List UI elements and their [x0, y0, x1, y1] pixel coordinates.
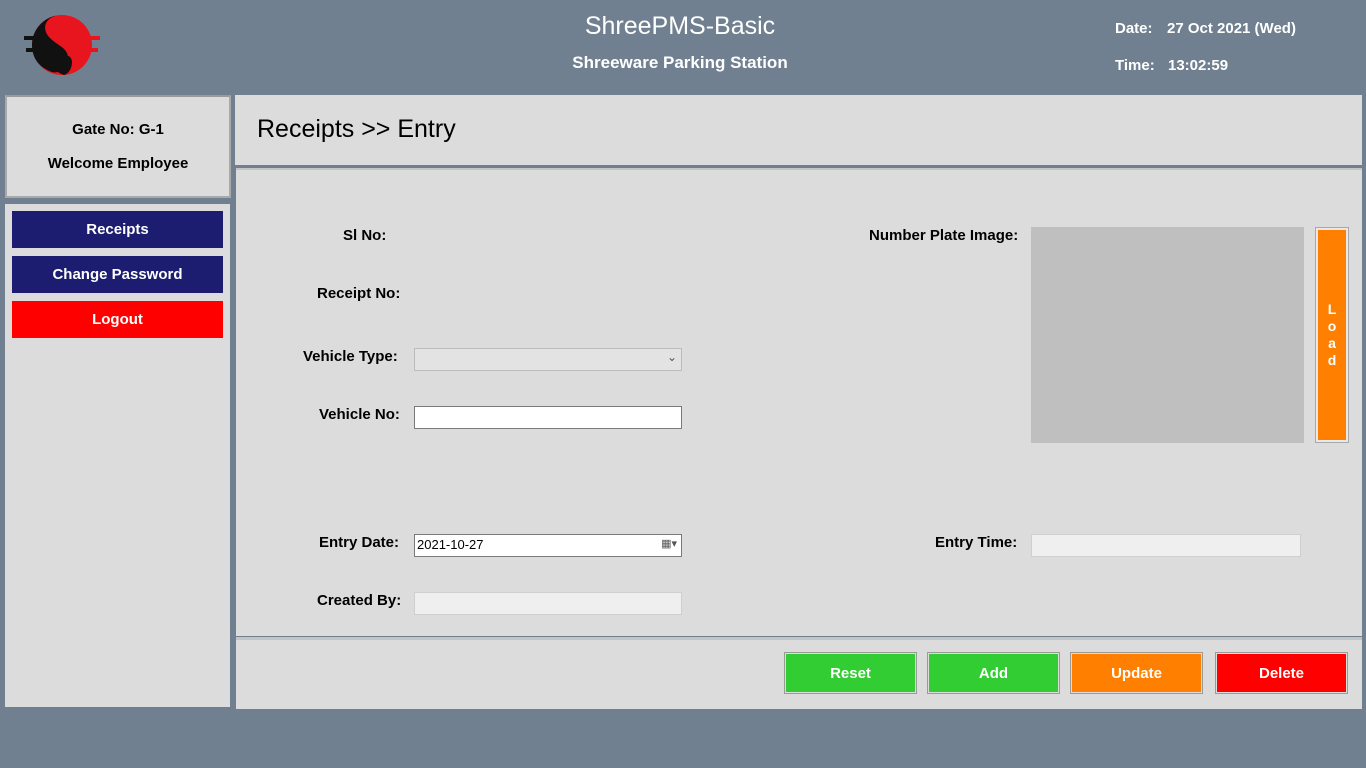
sl-no-label: Sl No:	[343, 227, 387, 244]
delete-button[interactable]: Delete	[1215, 652, 1348, 694]
sidebar-item-logout[interactable]: Logout	[12, 301, 223, 338]
reset-button[interactable]: Reset	[784, 652, 917, 694]
app-title: ShreePMS-Basic	[584, 12, 776, 40]
sidebar-item-change-password[interactable]: Change Password	[12, 256, 223, 293]
date-value: 27 Oct 2021 (Wed)	[1167, 20, 1296, 37]
entry-date-value: 2021-10-27	[417, 537, 484, 552]
welcome-message: Welcome Employee	[47, 155, 189, 172]
load-letter: o	[1327, 318, 1337, 334]
vehicle-no-label: Vehicle No:	[319, 406, 400, 423]
page-title-panel: Receipts >> Entry	[235, 95, 1362, 165]
time-label: Time:	[1115, 57, 1155, 74]
calendar-icon[interactable]: ▦▾	[661, 537, 677, 550]
sidebar-item-receipts[interactable]: Receipts	[12, 211, 223, 248]
user-info-panel: Gate No: G-1 Welcome Employee	[5, 95, 231, 198]
entry-date-label: Entry Date:	[319, 534, 400, 551]
action-button-panel: Reset Add Update Delete	[236, 637, 1362, 709]
entry-time-label: Entry Time:	[935, 534, 1018, 551]
number-plate-image-label: Number Plate Image:	[869, 227, 1019, 244]
page-title: Receipts >> Entry	[257, 115, 456, 143]
entry-date-picker[interactable]: 2021-10-27 ▦▾	[414, 534, 682, 557]
time-value: 13:02:59	[1168, 57, 1229, 74]
sidebar-menu: Receipts Change Password Logout	[5, 204, 230, 707]
load-letter: d	[1327, 352, 1337, 368]
load-button-frame: L o a d	[1315, 227, 1349, 443]
vehicle-type-select[interactable]: ⌄	[414, 348, 682, 371]
receipt-entry-form: Sl No: Receipt No: Vehicle Type: ⌄ Vehic…	[236, 168, 1362, 636]
add-button[interactable]: Add	[927, 652, 1060, 694]
gate-number: Gate No: G-1	[72, 121, 164, 138]
receipt-no-label: Receipt No:	[317, 285, 401, 302]
chevron-down-icon: ⌄	[666, 350, 677, 364]
update-button[interactable]: Update	[1070, 652, 1203, 694]
shreeware-logo-icon	[24, 12, 100, 78]
load-button[interactable]: L o a d	[1318, 230, 1346, 440]
entry-time-field	[1031, 534, 1301, 557]
load-letter: a	[1328, 335, 1336, 351]
vehicle-type-label: Vehicle Type:	[303, 348, 398, 365]
app-header: ShreePMS-Basic Shreeware Parking Station…	[0, 0, 1366, 90]
number-plate-image	[1031, 227, 1304, 443]
date-label: Date:	[1115, 20, 1153, 37]
created-by-field	[414, 592, 682, 615]
created-by-label: Created By:	[317, 592, 402, 609]
load-letter: L	[1327, 301, 1337, 317]
app-subtitle: Shreeware Parking Station	[572, 53, 788, 72]
vehicle-no-input[interactable]	[414, 406, 682, 429]
